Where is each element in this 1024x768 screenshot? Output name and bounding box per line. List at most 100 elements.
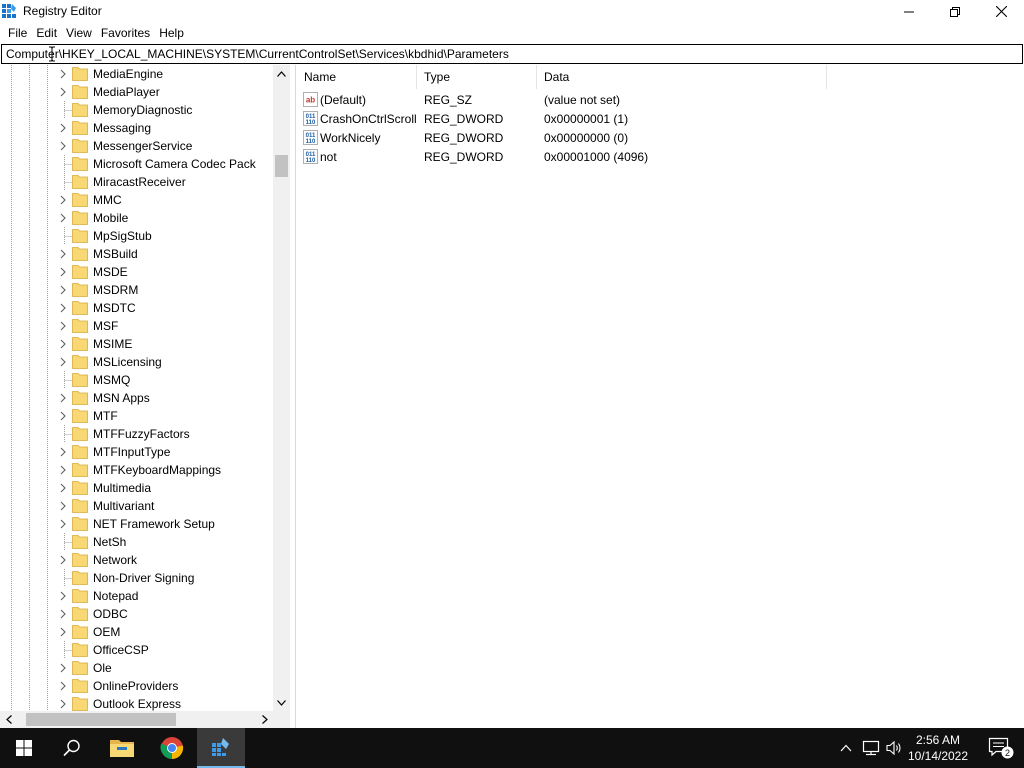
expand-chevron-icon[interactable] — [58, 356, 68, 368]
tree-item[interactable]: Microsoft Camera Codec Pack — [0, 155, 273, 173]
expand-chevron-icon[interactable] — [58, 122, 68, 134]
tree-item[interactable]: OEM — [0, 623, 273, 641]
expand-chevron-icon[interactable] — [58, 662, 68, 674]
expand-chevron-icon[interactable] — [58, 338, 68, 350]
volume-button[interactable] — [884, 728, 906, 768]
tree-item[interactable]: Ole — [0, 659, 273, 677]
address-path[interactable]: Computer\HKEY_LOCAL_MACHINE\SYSTEM\Curre… — [6, 47, 509, 61]
network-button[interactable] — [860, 728, 882, 768]
tree-item[interactable]: Network — [0, 551, 273, 569]
value-row[interactable]: 011 110 CrashOnCtrlScroll REG_DWORD 0x000000… — [297, 109, 1024, 128]
clock[interactable]: 2:56 AM 10/14/2022 — [905, 732, 971, 764]
tree-item[interactable]: MSF — [0, 317, 273, 335]
expand-chevron-icon[interactable] — [58, 464, 68, 476]
value-row[interactable]: 011 110 WorkNicely REG_DWORD 0x00000000 (0) — [297, 128, 1024, 147]
column-header-type[interactable]: Type — [417, 65, 537, 89]
key-tree-pane[interactable]: MediaEngine MediaPlayer MemoryDiagnostic Me… — [0, 65, 290, 728]
menu-favorites[interactable]: Favorites — [101, 23, 150, 43]
tree-item[interactable]: MemoryDiagnostic — [0, 101, 273, 119]
scroll-left-button[interactable] — [0, 711, 17, 728]
title-bar[interactable]: Registry Editor — [0, 0, 1024, 23]
tree-item[interactable]: MMC — [0, 191, 273, 209]
tree-item[interactable]: MSDTC — [0, 299, 273, 317]
tree-item[interactable]: Multivariant — [0, 497, 273, 515]
tree-item[interactable]: MTF — [0, 407, 273, 425]
expand-chevron-icon[interactable] — [58, 410, 68, 422]
expand-chevron-icon[interactable] — [58, 482, 68, 494]
tree-item[interactable]: NetSh — [0, 533, 273, 551]
tree-item[interactable]: MTFInputType — [0, 443, 273, 461]
tree-item[interactable]: Non-Driver Signing — [0, 569, 273, 587]
value-row[interactable]: 011 110 not REG_DWORD 0x00001000 (4096) — [297, 147, 1024, 166]
expand-chevron-icon[interactable] — [58, 194, 68, 206]
tree-item[interactable]: MSIME — [0, 335, 273, 353]
expand-chevron-icon[interactable] — [58, 266, 68, 278]
tree-item[interactable]: MiracastReceiver — [0, 173, 273, 191]
address-bar[interactable]: Computer\HKEY_LOCAL_MACHINE\SYSTEM\Curre… — [1, 44, 1023, 64]
tree-item[interactable]: NET Framework Setup — [0, 515, 273, 533]
tree-item[interactable]: MSN Apps — [0, 389, 273, 407]
show-hidden-icons-button[interactable] — [836, 728, 856, 768]
expand-chevron-icon[interactable] — [58, 284, 68, 296]
menu-edit[interactable]: Edit — [36, 23, 57, 43]
start-button[interactable] — [0, 728, 48, 768]
horizontal-scroll-thumb[interactable] — [26, 713, 176, 726]
scroll-up-button[interactable] — [273, 65, 290, 82]
minimize-button[interactable] — [886, 0, 932, 23]
tree-item[interactable]: OfficeCSP — [0, 641, 273, 659]
tree-item[interactable]: MSDRM — [0, 281, 273, 299]
expand-chevron-icon[interactable] — [58, 554, 68, 566]
tree-item[interactable]: Messaging — [0, 119, 273, 137]
tree-horizontal-scrollbar[interactable] — [0, 711, 273, 728]
menu-view[interactable]: View — [66, 23, 92, 43]
tree-item[interactable]: OnlineProviders — [0, 677, 273, 695]
tree-item[interactable]: Notepad — [0, 587, 273, 605]
tree-item[interactable]: ODBC — [0, 605, 273, 623]
tree-item[interactable]: MessengerService — [0, 137, 273, 155]
vertical-scroll-thumb[interactable] — [275, 155, 288, 177]
chrome-button[interactable] — [148, 728, 196, 768]
expand-chevron-icon[interactable] — [58, 680, 68, 692]
expand-chevron-icon[interactable] — [58, 518, 68, 530]
action-center-button[interactable]: 2 — [978, 728, 1024, 768]
tree-item[interactable]: Mobile — [0, 209, 273, 227]
menu-help[interactable]: Help — [159, 23, 184, 43]
expand-chevron-icon[interactable] — [58, 248, 68, 260]
tree-item[interactable]: Multimedia — [0, 479, 273, 497]
tree-item[interactable]: MediaPlayer — [0, 83, 273, 101]
tree-item[interactable]: Outlook Express — [0, 695, 273, 711]
scroll-right-button[interactable] — [256, 711, 273, 728]
tree-item[interactable]: MediaEngine — [0, 65, 273, 83]
expand-chevron-icon[interactable] — [58, 500, 68, 512]
tree-item[interactable]: MSDE — [0, 263, 273, 281]
column-header-data[interactable]: Data — [537, 65, 827, 89]
tree-item[interactable]: MSLicensing — [0, 353, 273, 371]
values-pane[interactable]: Name Type Data ab (Default) REG_SZ (value n… — [297, 65, 1024, 728]
expand-chevron-icon[interactable] — [58, 140, 68, 152]
restore-button[interactable] — [932, 0, 978, 23]
file-explorer-button[interactable] — [98, 728, 146, 768]
expand-chevron-icon[interactable] — [58, 626, 68, 638]
expand-chevron-icon[interactable] — [58, 302, 68, 314]
expand-chevron-icon[interactable] — [58, 446, 68, 458]
tree-item[interactable]: MTFKeyboardMappings — [0, 461, 273, 479]
tree-item[interactable]: MSBuild — [0, 245, 273, 263]
column-header-name[interactable]: Name — [297, 65, 417, 89]
search-button[interactable] — [48, 728, 96, 768]
expand-chevron-icon[interactable] — [58, 212, 68, 224]
expand-chevron-icon[interactable] — [58, 608, 68, 620]
tree-item[interactable]: MSMQ — [0, 371, 273, 389]
tree-item[interactable]: MTFFuzzyFactors — [0, 425, 273, 443]
tree-vertical-scrollbar[interactable] — [273, 65, 290, 711]
menu-file[interactable]: File — [8, 23, 27, 43]
expand-chevron-icon[interactable] — [58, 392, 68, 404]
expand-chevron-icon[interactable] — [58, 68, 68, 80]
expand-chevron-icon[interactable] — [58, 320, 68, 332]
expand-chevron-icon[interactable] — [58, 86, 68, 98]
scroll-down-button[interactable] — [273, 694, 290, 711]
close-button[interactable] — [978, 0, 1024, 23]
tree-item[interactable]: MpSigStub — [0, 227, 273, 245]
expand-chevron-icon[interactable] — [58, 590, 68, 602]
expand-chevron-icon[interactable] — [58, 698, 68, 710]
pane-splitter[interactable] — [290, 65, 296, 728]
